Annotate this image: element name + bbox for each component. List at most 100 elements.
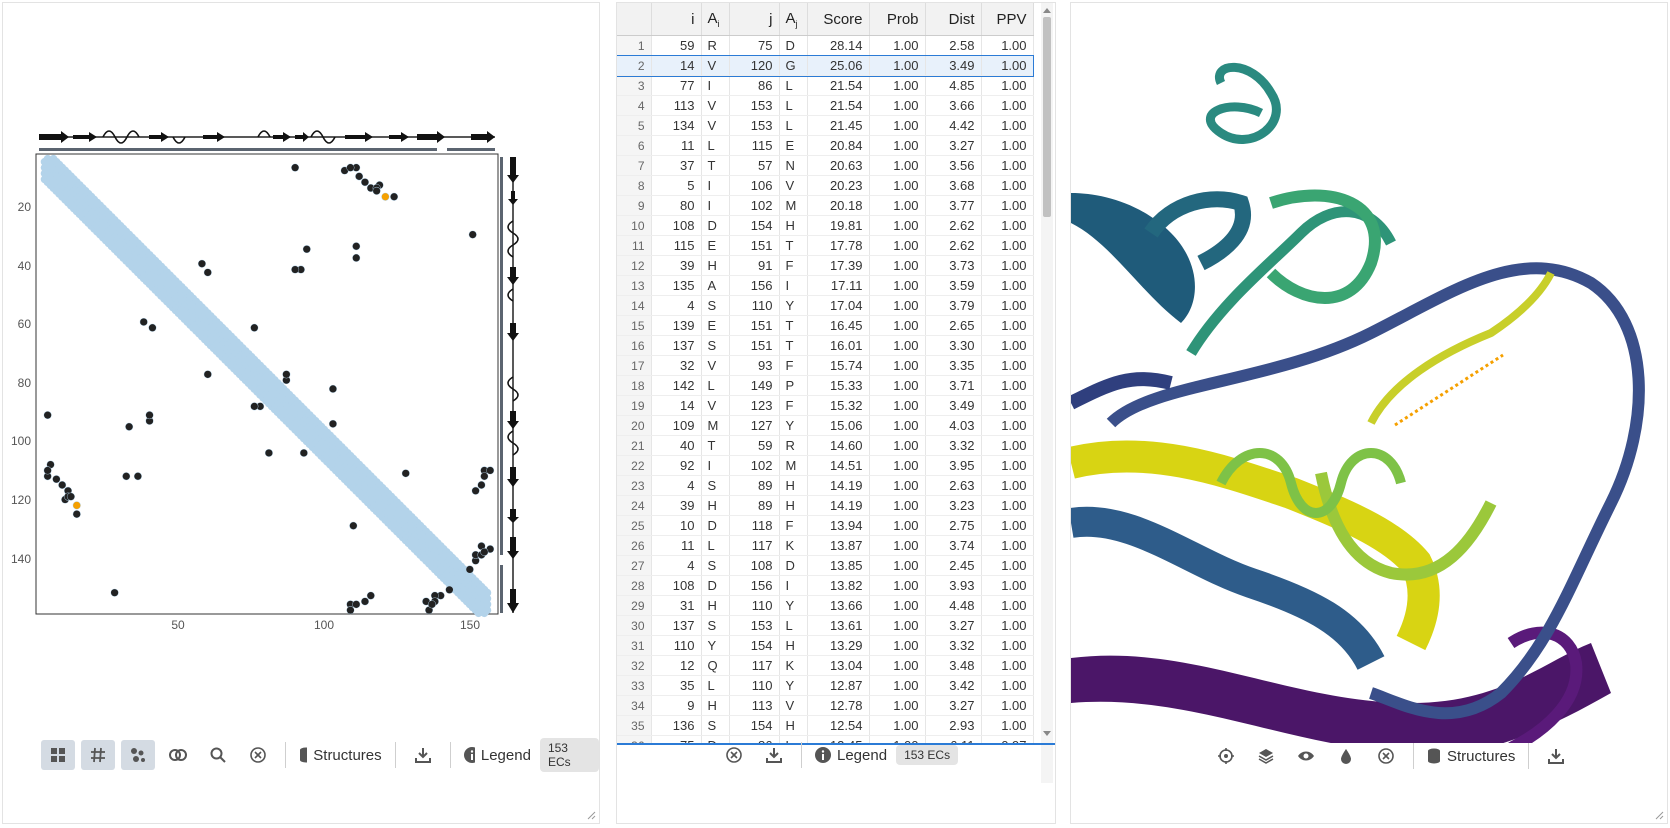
table-row[interactable]: 17 32 V 93 F 15.74 1.00 3.35 1.00 <box>617 355 1034 376</box>
ec-point <box>250 402 258 410</box>
scroll-up-icon[interactable] <box>1041 5 1053 15</box>
table-row[interactable]: 13 135 A 156 I 17.11 1.00 3.59 1.00 <box>617 275 1034 296</box>
header-score[interactable]: Score <box>807 3 870 36</box>
visibility-button[interactable] <box>1289 741 1323 771</box>
table-row[interactable]: 2 14 V 120 G 25.06 1.00 3.49 1.00 <box>617 54 1034 77</box>
cell-j: 149 <box>729 375 780 396</box>
table-row[interactable]: 4 113 V 153 L 21.54 1.00 3.66 1.00 <box>617 95 1034 116</box>
table-row[interactable]: 27 4 S 108 D 13.85 1.00 2.45 1.00 <box>617 555 1034 576</box>
ec-point <box>480 472 488 480</box>
clear-selection-button[interactable] <box>717 740 751 770</box>
download-button[interactable] <box>757 740 791 770</box>
ec-table-viewport[interactable]: i Ai j Aj Score Prob Dist PPV 1 59 R 75 D 28.… <box>617 3 1041 745</box>
cell-aj: M <box>779 195 808 216</box>
table-row[interactable]: 30 137 S 153 L 13.61 1.00 3.27 1.00 <box>617 615 1034 636</box>
table-row[interactable]: 32 12 Q 117 K 13.04 1.00 3.48 1.00 <box>617 655 1034 676</box>
table-row[interactable]: 31 110 Y 154 H 13.29 1.00 3.32 1.00 <box>617 635 1034 656</box>
table-row[interactable]: 5 134 V 153 L 21.45 1.00 4.42 1.00 <box>617 115 1034 136</box>
table-row[interactable]: 10 108 D 154 H 19.81 1.00 2.62 1.00 <box>617 215 1034 236</box>
table-row[interactable]: 29 31 H 110 Y 13.66 1.00 4.48 1.00 <box>617 595 1034 616</box>
cell-j: 86 <box>729 75 780 96</box>
table-row[interactable]: 21 40 T 59 R 14.60 1.00 3.32 1.00 <box>617 435 1034 456</box>
table-row[interactable]: 22 92 I 102 M 14.51 1.00 3.95 1.00 <box>617 455 1034 476</box>
structures-label: Structures <box>1447 747 1516 765</box>
table-row[interactable]: 16 137 S 151 T 16.01 1.00 3.30 1.00 <box>617 335 1034 356</box>
legend-button[interactable]: Legend <box>812 740 890 770</box>
table-row[interactable]: 8 5 I 106 V 20.23 1.00 3.68 1.00 <box>617 175 1034 196</box>
cell-aj: R <box>779 435 808 456</box>
legend-button[interactable]: Legend <box>461 740 534 770</box>
cell-dist: 4.03 <box>925 415 982 436</box>
cell-j: 156 <box>729 275 780 296</box>
close-circle-icon <box>726 747 742 763</box>
row-index: 25 <box>617 515 652 536</box>
cell-j: 154 <box>729 715 780 736</box>
header-prob[interactable]: Prob <box>869 3 926 36</box>
grid-view-button[interactable] <box>41 740 75 770</box>
table-row[interactable]: 1 59 R 75 D 28.14 1.00 2.58 1.00 <box>617 35 1034 56</box>
ec-point <box>44 466 52 475</box>
header-ai[interactable]: Ai <box>701 3 730 36</box>
center-view-button[interactable] <box>1209 741 1243 771</box>
scrollbar-thumb[interactable] <box>1043 17 1051 217</box>
resize-handle-icon[interactable] <box>587 811 596 820</box>
ec-point <box>361 178 369 186</box>
table-row[interactable]: 3 77 I 86 L 21.54 1.00 4.85 1.00 <box>617 75 1034 96</box>
table-row[interactable]: 34 9 H 113 V 12.78 1.00 3.27 1.00 <box>617 695 1034 716</box>
color-button[interactable] <box>1329 741 1363 771</box>
protein-structure-3d-view[interactable] <box>1071 3 1667 743</box>
zoom-button[interactable] <box>201 740 235 770</box>
cell-j: 115 <box>729 135 780 156</box>
ec-point <box>355 172 363 180</box>
clear-selection-button[interactable] <box>241 740 275 770</box>
cell-dist: 3.23 <box>925 495 982 516</box>
cell-dist: 2.93 <box>925 715 982 736</box>
contact-map[interactable]: 50 100 150 20 40 60 80 100 120 140 <box>3 123 563 653</box>
cell-dist: 3.73 <box>925 255 982 276</box>
table-row[interactable]: 35 136 S 154 H 12.54 1.00 2.93 1.00 <box>617 715 1034 736</box>
table-row[interactable]: 7 37 T 57 N 20.63 1.00 3.56 1.00 <box>617 155 1034 176</box>
cell-ppv: 1.00 <box>981 575 1034 596</box>
table-row[interactable]: 11 115 E 151 T 17.78 1.00 2.62 1.00 <box>617 235 1034 256</box>
header-j[interactable]: j <box>729 3 780 36</box>
structures-button[interactable]: Structures <box>1424 741 1518 771</box>
table-row[interactable]: 18 142 L 149 P 15.33 1.00 3.71 1.00 <box>617 375 1034 396</box>
layers-button[interactable] <box>1249 741 1283 771</box>
clear-selection-button[interactable] <box>1369 741 1403 771</box>
table-row[interactable]: 12 39 H 91 F 17.39 1.00 3.73 1.00 <box>617 255 1034 276</box>
table-row[interactable]: 19 14 V 123 F 15.32 1.00 3.49 1.00 <box>617 395 1034 416</box>
header-ppv[interactable]: PPV <box>981 3 1034 36</box>
row-index: 13 <box>617 275 652 296</box>
cell-j: 110 <box>729 295 780 316</box>
table-row[interactable]: 26 11 L 117 K 13.87 1.00 3.74 1.00 <box>617 535 1034 556</box>
cell-dist: 4.48 <box>925 595 982 616</box>
table-row[interactable]: 28 108 D 156 I 13.82 1.00 3.93 1.00 <box>617 575 1034 596</box>
ec-point <box>303 245 311 253</box>
scatter-toggle-button[interactable] <box>121 740 155 770</box>
header-i[interactable]: i <box>651 3 702 36</box>
overlay-toggle-button[interactable] <box>161 740 195 770</box>
structures-button[interactable]: Structures <box>296 740 385 770</box>
table-row[interactable]: 15 139 E 151 T 16.45 1.00 2.65 1.00 <box>617 315 1034 336</box>
table-row[interactable]: 9 80 I 102 M 20.18 1.00 3.77 1.00 <box>617 195 1034 216</box>
row-index: 5 <box>617 115 652 136</box>
row-index: 16 <box>617 335 652 356</box>
download-button[interactable] <box>1539 741 1573 771</box>
resize-handle-icon[interactable] <box>1655 811 1664 820</box>
cell-score: 15.32 <box>807 395 870 416</box>
cell-ai: D <box>701 515 730 536</box>
table-row[interactable]: 24 39 H 89 H 14.19 1.00 3.23 1.00 <box>617 495 1034 516</box>
table-scrollbar[interactable] <box>1041 3 1053 783</box>
download-button[interactable] <box>406 740 440 770</box>
hash-grid-button[interactable] <box>81 740 115 770</box>
table-row[interactable]: 25 10 D 118 F 13.94 1.00 2.75 1.00 <box>617 515 1034 536</box>
scroll-down-icon[interactable] <box>1041 729 1053 739</box>
header-aj[interactable]: Aj <box>779 3 808 36</box>
table-row[interactable]: 14 4 S 110 Y 17.04 1.00 3.79 1.00 <box>617 295 1034 316</box>
header-dist[interactable]: Dist <box>925 3 982 36</box>
table-row[interactable]: 20 109 M 127 Y 15.06 1.00 4.03 1.00 <box>617 415 1034 436</box>
table-row[interactable]: 23 4 S 89 H 14.19 1.00 2.63 1.00 <box>617 475 1034 496</box>
table-row[interactable]: 6 11 L 115 E 20.84 1.00 3.27 1.00 <box>617 135 1034 156</box>
cell-dist: 3.42 <box>925 675 982 696</box>
table-row[interactable]: 33 35 L 110 Y 12.87 1.00 3.42 1.00 <box>617 675 1034 696</box>
